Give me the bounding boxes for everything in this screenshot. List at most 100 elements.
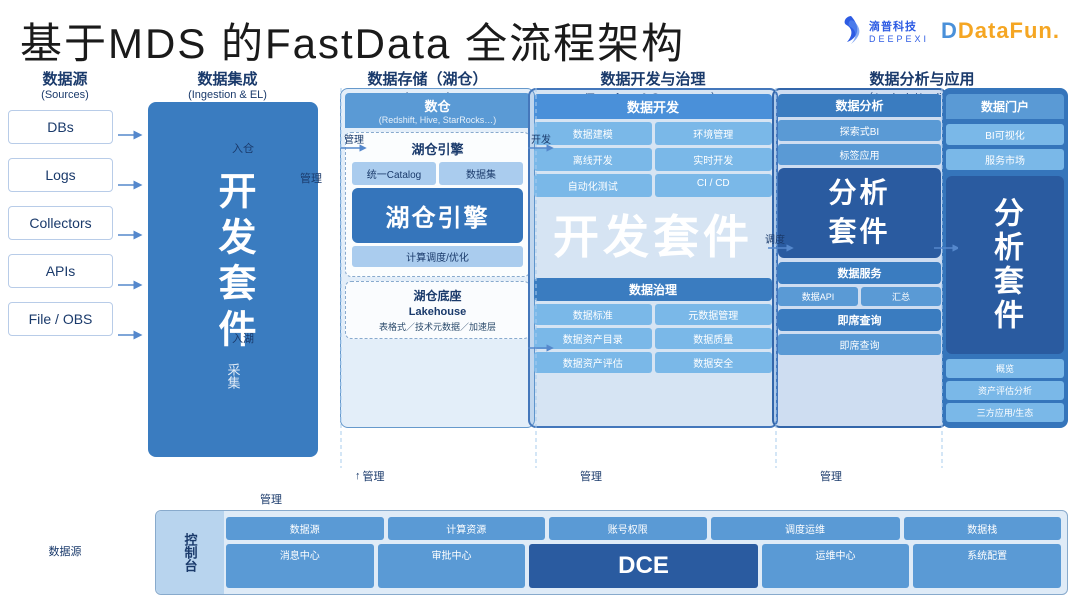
col-header-ingestion: 数据集成 (Ingestion & EL) <box>140 68 315 101</box>
analysis-title: 数据分析 <box>781 97 938 114</box>
application-outer-box: 数据门户 BI可视化 服务市场 分析套件 概览 资产评估分析 三方应用/生态 <box>942 88 1068 428</box>
instant-query-header: 即席查询 <box>778 309 941 331</box>
asset-catalog-card: 数据资产目录 <box>534 328 652 349</box>
analysis-dev-kit-big: 分析 <box>782 176 937 210</box>
page-title: 基于MDS 的FastData 全流程架构 <box>20 10 685 71</box>
transform-dev-kit-area: 开发套件 <box>534 200 772 275</box>
ingestion-en: (Ingestion & EL) <box>140 89 315 101</box>
transform-dev-kit-big: 开发套件 <box>538 212 768 263</box>
deepexi-logo: 滴普科技 DEEPEXI <box>837 14 929 48</box>
data-service-title: 数据服务 <box>781 265 938 281</box>
transform-title: 数据开发 <box>537 97 769 116</box>
ci-cd-card: CI / CD <box>655 174 773 197</box>
instant-query-card: 即席查询 <box>778 334 941 355</box>
source-arrows <box>113 110 143 480</box>
dce-sysconfig: 系统配置 <box>913 544 1061 588</box>
service-market-card: 服务市场 <box>946 149 1064 170</box>
datafun-logo: DDataFun. <box>941 18 1060 44</box>
source-logs: Logs <box>8 158 113 192</box>
control-panel-label: 控制台 <box>181 533 200 572</box>
analysis-dev-kit-big2: 套件 <box>782 210 937 250</box>
dce-content: 数据源 计算资源 账号权限 调度运维 数据栈 消息中心 审批中心 DCE 运维中… <box>226 517 1061 588</box>
compute-card: 计算调度/优化 <box>352 246 523 267</box>
dce-ops: 运维中心 <box>762 544 910 588</box>
lakehouse-desc: 表格式／技术元数据／加速层 <box>351 320 524 333</box>
storage-zh: 数据存储（湖仓） <box>320 68 535 89</box>
storage-outer-box: 数仓 (Redshift, Hive, StarRocks…) 湖仓引擎 统一C… <box>340 88 535 428</box>
dce-title: DCE <box>529 544 757 588</box>
sources-zh: 数据源 <box>10 68 120 89</box>
app-third-party: 三方应用/生态 <box>946 403 1064 422</box>
analysis-outer-box: 数据分析 探索式BI 标签应用 指标 BI 信总 分析 套件 数据服务 数据AP… <box>772 88 947 428</box>
flame-icon <box>837 14 865 48</box>
dce-account: 账号权限 <box>549 517 707 540</box>
manage-bottom-storage: 管理 <box>260 491 282 507</box>
manage-transform: 管理 <box>580 468 602 484</box>
label-app-card: 标签应用 <box>778 144 941 165</box>
col-header-sources: 数据源 (Sources) <box>10 68 120 101</box>
standard-card: 数据标准 <box>534 304 652 325</box>
dce-bar: 控制台 数据源 计算资源 账号权限 调度运维 数据栈 消息中心 审批中心 DCE… <box>155 510 1068 595</box>
explore-bi-card: 探索式BI <box>778 120 941 141</box>
source-items-list: DBs Logs Collectors APIs File / OBS <box>8 110 113 336</box>
analysis-zh: 数据分析与应用 <box>772 68 1072 89</box>
deepexi-sub: DEEPEXI <box>869 34 929 44</box>
transform-dev-header: 数据开发 <box>534 94 772 119</box>
data-quality-card: 数据质量 <box>655 328 773 349</box>
dce-approve: 审批中心 <box>378 544 526 588</box>
engine-title: 湖仓引擎 <box>352 139 523 158</box>
meta-manage-card: 元数据管理 <box>655 304 773 325</box>
main-layout: 基于MDS 的FastData 全流程架构 滴普科技 DEEPEXI DData… <box>0 0 1080 607</box>
dce-schedule: 调度运维 <box>711 517 900 540</box>
sources-en: (Sources) <box>10 89 120 101</box>
auto-test-card: 自动化测试 <box>534 174 652 197</box>
transform-zh: 数据开发与治理 <box>528 68 778 89</box>
source-dbs: DBs <box>8 110 113 144</box>
env-manage-card: 环境管理 <box>655 122 773 145</box>
warehouse-sub: (Redshift, Hive, StarRocks…) <box>348 115 527 125</box>
data-security-card: 数据安全 <box>655 352 773 373</box>
transform-outer-box: 数据开发 数据建模 环境管理 离线开发 实时开发 自动化测试 CI / CD 开… <box>528 88 778 428</box>
lakehouse-area: 湖仓底座 Lakehouse 表格式／技术元数据／加速层 <box>345 281 530 339</box>
datasource-label: 数据源 <box>10 543 120 559</box>
lakehouse-sub: Lakehouse <box>351 306 524 318</box>
portal-header: 数据门户 <box>946 94 1064 119</box>
source-file-obs: File / OBS <box>8 302 113 336</box>
bi-viz-card: BI可视化 <box>946 124 1064 145</box>
control-panel-box: 控制台 <box>156 511 224 594</box>
warehouse-title: 数仓 <box>348 96 527 115</box>
dce-top-row: 数据源 计算资源 账号权限 调度运维 数据栈 <box>226 517 1061 540</box>
analysis-header: 数据分析 <box>778 94 941 117</box>
transform-dev-grid: 数据建模 环境管理 离线开发 实时开发 自动化测试 CI / CD <box>534 122 772 197</box>
engine-big-box: 湖仓引擎 <box>352 188 523 243</box>
offline-dev-card: 离线开发 <box>534 148 652 171</box>
source-apis: APIs <box>8 254 113 288</box>
dce-msg-center: 消息中心 <box>226 544 374 588</box>
rucang-label: 入仓 <box>232 140 254 156</box>
app-data-overview: 概览 <box>946 359 1064 378</box>
engine-top-cards: 统一Catalog 数据集 <box>352 162 523 185</box>
analysis-top: 探索式BI 标签应用 <box>778 120 941 165</box>
source-collectors: Collectors <box>8 206 113 240</box>
dataset-card: 数据集 <box>439 162 523 185</box>
dce-data-source: 数据源 <box>226 517 384 540</box>
governance-grid: 数据标准 元数据管理 数据资产目录 数据质量 数据资产评估 数据安全 <box>534 304 772 373</box>
asset-eval-card: 数据资产评估 <box>534 352 652 373</box>
ingestion-subtitle: 采集 <box>224 363 243 389</box>
engine-big-title: 湖仓引擎 <box>356 198 519 233</box>
ingestion-zh: 数据集成 <box>140 68 315 89</box>
engine-area: 湖仓引擎 统一Catalog 数据集 湖仓引擎 计算调度/优化 <box>345 132 530 277</box>
manage-ingestion: 管理 <box>300 170 322 186</box>
deepexi-text: 滴普科技 DEEPEXI <box>869 18 929 44</box>
data-api-card: 数据API <box>778 287 858 306</box>
ruhu-label: 入湖 <box>232 330 254 346</box>
manage-storage: ↑ 管理 <box>355 468 385 484</box>
deepexi-name: 滴普科技 <box>869 18 917 34</box>
data-summary-card: 汇总 <box>861 287 941 306</box>
portal-title: 数据门户 <box>950 98 1060 115</box>
logo-area: 滴普科技 DEEPEXI DDataFun. <box>837 14 1060 48</box>
ingestion-dev-kit-title: 开发套件 <box>214 171 252 355</box>
dce-bottom-area: 消息中心 审批中心 DCE 运维中心 系统配置 <box>226 544 1061 588</box>
app-analysis-kit: 分析套件 <box>946 176 1064 354</box>
dce-data-lineage: 数据栈 <box>904 517 1062 540</box>
